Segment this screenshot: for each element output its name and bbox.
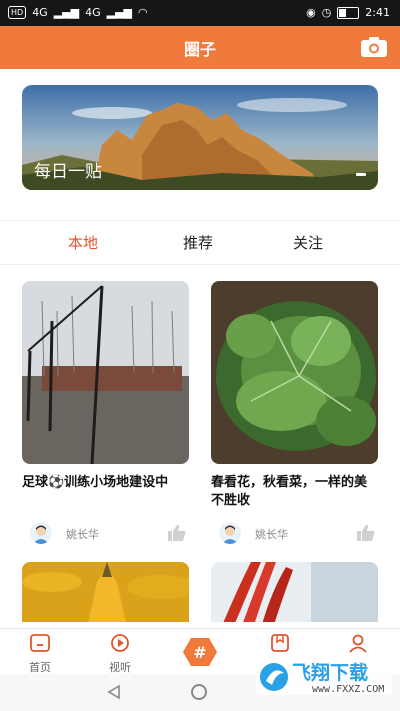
signal-icon: ▂▄▆ <box>53 6 80 19</box>
post-image <box>22 562 189 622</box>
play-icon <box>111 634 129 652</box>
post-title: 春看花，秋看菜，一样的美不胜收 <box>211 475 368 508</box>
thumbs-up-icon[interactable] <box>356 524 376 542</box>
hash-icon[interactable]: # <box>182 637 218 667</box>
banner-carousel[interactable]: 每日一贴 <box>22 85 378 190</box>
app-bar: 圈子 <box>0 26 400 69</box>
camera-icon[interactable] <box>360 36 388 58</box>
post-author-row: 姚长华 <box>211 522 378 546</box>
post-author-row: 姚长华 <box>22 522 189 546</box>
hd-badge: HD <box>8 6 27 19</box>
author-name: 姚长华 <box>66 528 99 541</box>
post-card[interactable]: 足球⚽训练小场地建设中 姚长华 <box>22 281 189 546</box>
signal-icon-2: ▂▄▆ <box>106 6 133 19</box>
tab-media-label: 视听 <box>109 661 131 674</box>
banner-caption: 每日一贴 <box>34 162 102 182</box>
home-button-icon[interactable] <box>191 684 207 700</box>
post-title: 足球⚽训练小场地建设中 <box>22 475 169 490</box>
thumbs-up-icon[interactable] <box>167 524 187 542</box>
network-2: 4G <box>85 6 101 19</box>
tab-follow[interactable]: 关注 <box>293 232 323 253</box>
alarm-icon: ◷ <box>321 6 332 19</box>
svg-text:#: # <box>193 643 206 662</box>
post-card[interactable]: 春看花，秋看菜，一样的美不胜收 姚长华 <box>211 281 378 546</box>
tab-home[interactable]: 首页 <box>15 633 65 675</box>
watermark-subtext: www.FXXZ.COM <box>312 684 385 695</box>
tab-recommend[interactable]: 推荐 <box>183 232 213 253</box>
carousel-indicator <box>356 173 366 176</box>
tab-bookmark[interactable] <box>255 633 305 657</box>
page-title: 圈子 <box>183 40 216 59</box>
avatar-icon <box>30 522 52 544</box>
status-bar: HD 4G ▂▄▆ 4G ▂▄▆ ◠ ◉ ◷ 2:41 <box>0 0 400 26</box>
divider <box>0 264 400 265</box>
post-card-partial[interactable] <box>211 562 378 622</box>
eye-icon: ◉ <box>306 6 316 19</box>
feed-tabs: 本地 推荐 关注 <box>0 222 400 264</box>
tab-home-label: 首页 <box>29 661 51 674</box>
post-image <box>22 281 189 464</box>
tab-local[interactable]: 本地 <box>68 232 98 253</box>
bookmark-icon <box>271 634 289 652</box>
clock-time: 2:41 <box>365 6 390 19</box>
tab-profile[interactable] <box>333 633 383 657</box>
watermark-text: 飞翔下载 <box>292 662 369 684</box>
post-image <box>211 281 378 464</box>
divider <box>0 220 400 221</box>
author-name: 姚长华 <box>255 528 288 541</box>
back-icon[interactable] <box>106 684 122 700</box>
post-card-partial[interactable] <box>22 562 189 622</box>
network-1: 4G <box>32 6 48 19</box>
wifi-icon: ◠ <box>138 6 148 19</box>
battery-icon <box>337 6 360 19</box>
home-icon <box>30 634 50 652</box>
avatar-icon <box>219 522 241 544</box>
post-image <box>211 562 378 622</box>
tab-media[interactable]: 视听 <box>95 633 145 675</box>
profile-icon <box>349 634 367 653</box>
